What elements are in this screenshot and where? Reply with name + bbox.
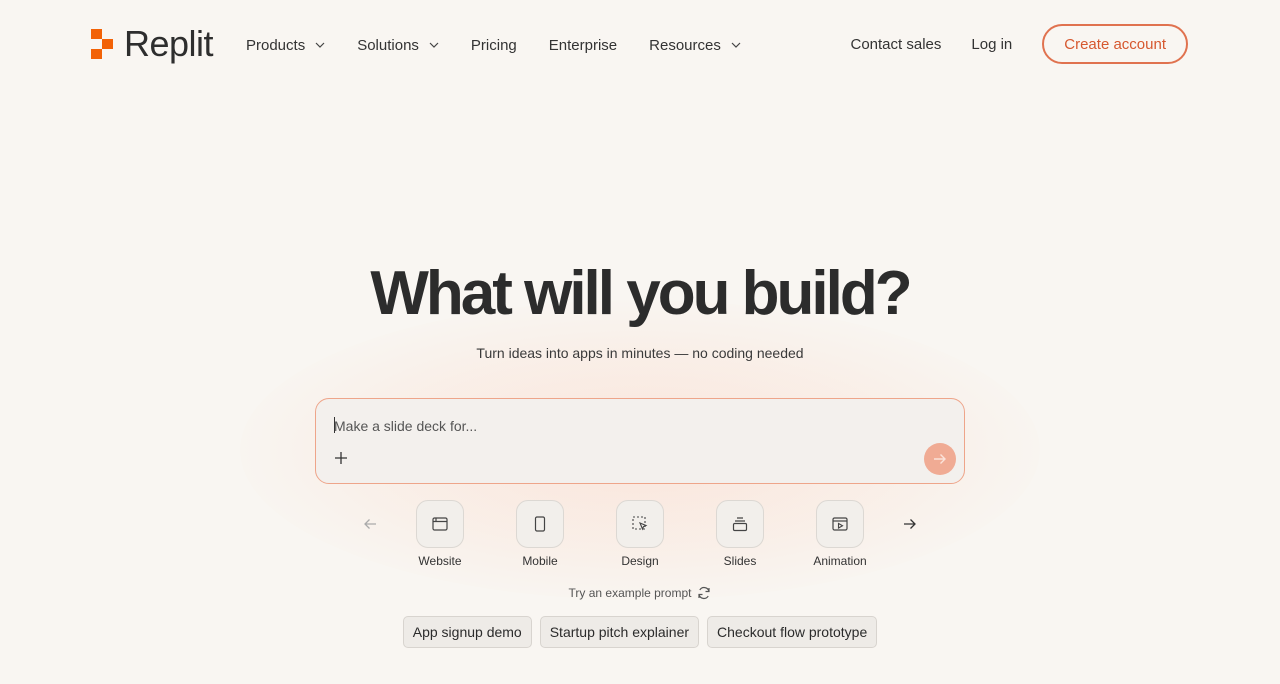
play-window-icon — [816, 500, 864, 548]
send-button[interactable] — [924, 443, 956, 475]
arrow-right-icon — [904, 519, 916, 529]
browser-window-icon — [416, 500, 464, 548]
nav-item-resources[interactable]: Resources — [639, 30, 751, 60]
site-header: Replit Products Solutions Pricing Enterp… — [0, 0, 1280, 88]
arrow-right-icon — [934, 454, 946, 464]
example-chip[interactable]: Checkout flow prototype — [707, 616, 878, 648]
hero-subtitle: Turn ideas into apps in minutes — no cod… — [476, 345, 804, 361]
chevron-down-icon — [429, 42, 439, 48]
phone-icon — [516, 500, 564, 548]
contact-sales-link[interactable]: Contact sales — [851, 36, 942, 53]
category-animation[interactable]: Animation — [800, 500, 880, 568]
category-design[interactable]: Design — [600, 500, 680, 568]
category-label: Slides — [723, 554, 757, 568]
replit-logo-icon — [91, 29, 113, 59]
nav-item-products[interactable]: Products — [236, 30, 335, 60]
category-label: Animation — [813, 554, 867, 568]
create-account-button[interactable]: Create account — [1042, 24, 1188, 64]
example-chip[interactable]: Startup pitch explainer — [539, 616, 700, 648]
nav-label: Solutions — [357, 36, 419, 54]
example-prompt-row: Try an example prompt — [0, 586, 1280, 600]
refresh-icon[interactable] — [697, 586, 711, 600]
nav-label: Products — [246, 36, 306, 54]
arrow-left-icon — [364, 519, 376, 529]
example-chips: App signup demo Startup pitch explainer … — [0, 616, 1280, 648]
nav-label: Enterprise — [548, 36, 618, 54]
category-mobile[interactable]: Mobile — [500, 500, 580, 568]
nav-item-pricing[interactable]: Pricing — [461, 30, 527, 60]
replit-logo[interactable]: Replit — [90, 23, 214, 64]
example-prompt-label: Try an example prompt — [568, 586, 692, 600]
category-label: Website — [418, 554, 462, 568]
hero-title: What will you build? — [370, 259, 912, 328]
account-nav: Contact sales Log in Create account — [851, 24, 1188, 64]
carousel-next-button[interactable] — [900, 514, 920, 534]
example-chip[interactable]: App signup demo — [402, 616, 532, 648]
logo-text: Replit — [124, 23, 214, 64]
slides-stack-icon — [716, 500, 764, 548]
login-link[interactable]: Log in — [971, 36, 1012, 53]
nav-label: Pricing — [470, 36, 517, 54]
prompt-box — [315, 398, 965, 484]
category-website[interactable]: Website — [400, 500, 480, 568]
nav-item-solutions[interactable]: Solutions — [347, 30, 449, 60]
category-label: Design — [621, 554, 659, 568]
cursor-select-icon — [616, 500, 664, 548]
category-slides[interactable]: Slides — [700, 500, 780, 568]
chevron-down-icon — [731, 42, 741, 48]
carousel-prev-button[interactable] — [360, 514, 380, 534]
chevron-down-icon — [315, 42, 325, 48]
main-nav: Products Solutions Pricing Enterprise Re… — [236, 30, 763, 60]
nav-item-enterprise[interactable]: Enterprise — [539, 30, 627, 60]
category-carousel: Website Mobile Design Slides Animation — [360, 500, 920, 570]
category-label: Mobile — [522, 554, 558, 568]
prompt-input[interactable] — [334, 415, 934, 437]
plus-icon[interactable] — [332, 449, 350, 467]
nav-label: Resources — [649, 36, 721, 54]
